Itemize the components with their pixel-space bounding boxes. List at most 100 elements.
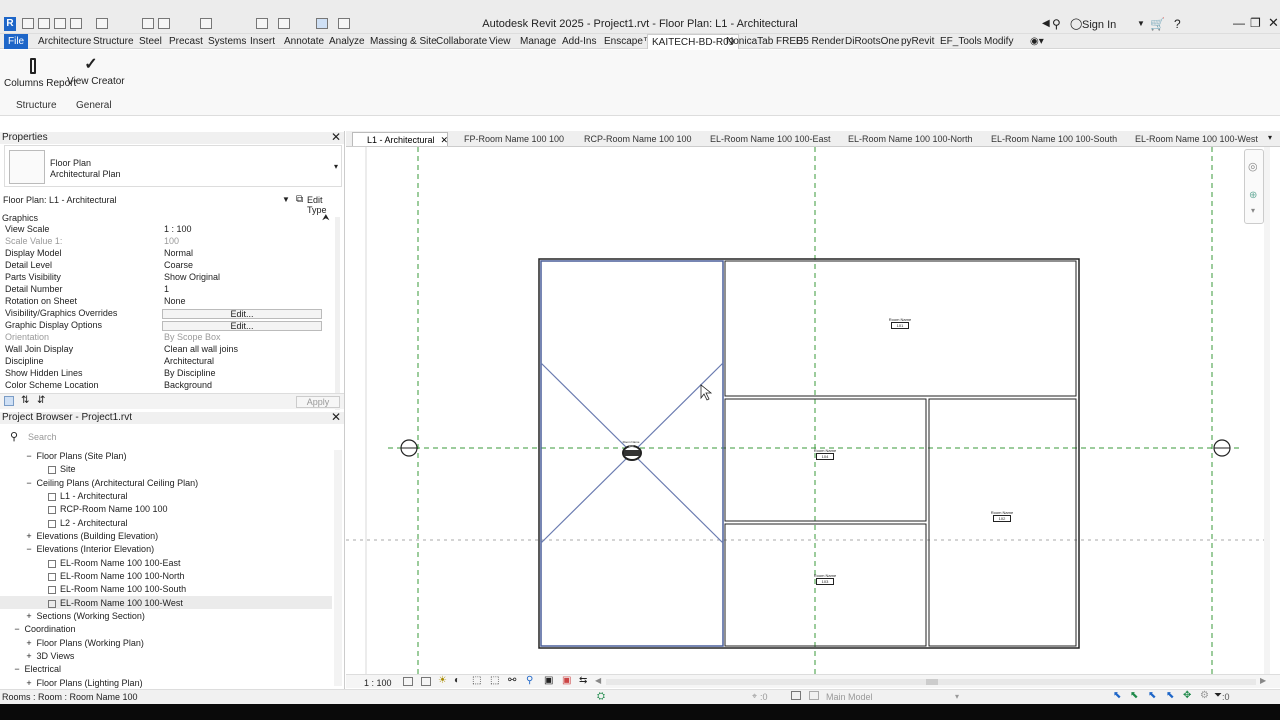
tab-el-east[interactable]: EL-Room Name 100 100-East — [696, 132, 831, 146]
close-icon[interactable]: ✕ — [441, 135, 449, 145]
user-icon[interactable]: ◯ — [1070, 17, 1082, 30]
tab-steel[interactable]: Steel — [135, 34, 166, 49]
help-icon[interactable]: ? — [1174, 17, 1181, 31]
tab-l1-architectural[interactable]: L1 - Architectural ✕ — [352, 132, 448, 146]
binoculars-icon[interactable]: ⚲ — [1052, 17, 1061, 31]
tab-el-north[interactable]: EL-Room Name 100 100-North — [834, 132, 973, 146]
steering-wheel-icon[interactable]: ◎ — [1248, 160, 1258, 173]
tree-node-working-plan[interactable]: + Floor Plans (Working Plan) — [24, 638, 144, 648]
chevron-down-icon[interactable]: ▼ — [282, 195, 290, 204]
drawing-area[interactable]: Room Name 101 Room Name 104 Room Name 102 R… — [346, 147, 1270, 674]
select-underlay-icon[interactable]: ⬉ — [1130, 690, 1138, 701]
tab-architecture[interactable]: Architecture — [34, 34, 95, 49]
tree-view-l2[interactable]: L2 - Architectural — [48, 518, 128, 528]
tree-view-el-east[interactable]: EL-Room Name 100 100-East — [48, 558, 181, 568]
design-options-icon[interactable] — [809, 691, 819, 700]
tab-massing-site[interactable]: Massing & Site — [366, 34, 441, 49]
sign-in-link[interactable]: Sign In — [1082, 19, 1116, 31]
tab-file[interactable]: File — [4, 34, 29, 49]
tab-d5-render[interactable]: D5 Render — [792, 34, 848, 49]
temporary-hide-icon[interactable]: ⚯ — [508, 675, 516, 686]
categorize-icon[interactable] — [4, 396, 14, 406]
tab-manage[interactable]: Manage — [516, 34, 560, 49]
vertical-scrollbar[interactable] — [1264, 147, 1270, 674]
shadows-icon[interactable]: ◐ — [454, 675, 460, 686]
search-input[interactable]: Search — [28, 432, 57, 442]
chevron-down-icon[interactable]: ▾ — [334, 162, 338, 171]
sun-path-icon[interactable]: ☀ — [438, 675, 447, 686]
tab-el-south[interactable]: EL-Room Name 100 100-South — [977, 132, 1117, 146]
tab-modify[interactable]: Modify — [980, 34, 1017, 49]
zoom-icon[interactable]: ⊕ — [1249, 190, 1257, 201]
tab-analyze[interactable]: Analyze — [325, 34, 369, 49]
worksets-icon[interactable] — [791, 691, 801, 700]
property-row[interactable]: Show Hidden Lines By Discipline — [2, 367, 327, 379]
show-crop-icon[interactable]: ⬚ — [490, 675, 499, 686]
property-row[interactable]: Rotation on Sheet None — [2, 295, 327, 307]
tree-node-lighting-plan[interactable]: + Floor Plans (Lighting Plan) — [24, 678, 142, 688]
tab-ef-tools[interactable]: EF_Tools — [936, 34, 986, 49]
close-window-icon[interactable]: ✕ — [1268, 15, 1279, 31]
tab-fp-room[interactable]: FP-Room Name 100 100 — [450, 132, 564, 146]
tab-collaborate[interactable]: Collaborate — [432, 34, 491, 49]
tab-view[interactable]: View — [485, 34, 515, 49]
tree-view-el-west[interactable]: EL-Room Name 100 100-West — [48, 598, 183, 608]
tab-systems[interactable]: Systems — [204, 34, 250, 49]
tree-view-site[interactable]: Site — [48, 464, 76, 474]
minimize-icon[interactable]: — — [1233, 16, 1245, 30]
horizontal-scrollbar[interactable] — [606, 679, 1256, 685]
tab-rcp-room[interactable]: RCP-Room Name 100 100 — [570, 132, 692, 146]
chevron-down-icon[interactable]: ▾ — [955, 692, 959, 701]
tree-node-sections[interactable]: + Sections (Working Section) — [24, 611, 145, 621]
property-row[interactable]: Parts Visibility Show Original — [2, 271, 327, 283]
main-model-select[interactable]: Main Model — [826, 692, 873, 702]
filter-icon[interactable]: ⏷ — [1214, 690, 1222, 701]
collapse-icon[interactable]: ⮝ — [322, 212, 330, 223]
columns-report-button[interactable]: Columns Report — [4, 54, 76, 89]
tabs-menu-icon[interactable]: ▾ — [1268, 133, 1272, 142]
view-scale[interactable]: 1 : 100 — [364, 678, 392, 688]
type-selector[interactable]: Floor Plan Architectural Plan ▾ — [4, 145, 342, 187]
vg-overrides-edit-button[interactable]: Edit... — [162, 309, 322, 319]
close-icon[interactable]: ✕ — [331, 131, 341, 143]
tab-insert[interactable]: Insert — [246, 34, 279, 49]
room-tag[interactable]: Room Name 102 — [990, 510, 1014, 522]
cart-icon[interactable]: 🛒 — [1150, 17, 1165, 31]
tab-precast[interactable]: Precast — [165, 34, 207, 49]
tab-structure[interactable]: Structure — [89, 34, 138, 49]
reveal-constraints-icon[interactable]: ⇆ — [579, 675, 587, 686]
browser-scrollbar[interactable] — [334, 450, 342, 686]
room-tag[interactable]: Room Name 100 — [619, 440, 643, 448]
tab-add-ins[interactable]: Add-Ins — [558, 34, 600, 49]
crop-view-icon[interactable]: ⬚ — [472, 675, 481, 686]
graphics-group-header[interactable]: Graphics — [2, 213, 38, 223]
reveal-hidden-icon[interactable]: ⚲ — [526, 675, 533, 686]
tree-node-interior-elevation[interactable]: − Elevations (Interior Elevation) — [24, 544, 154, 554]
instance-filter[interactable]: Floor Plan: L1 - Architectural — [3, 195, 117, 205]
analytical-icon[interactable]: ▣ — [562, 675, 571, 686]
tab-el-west[interactable]: EL-Room Name 100 100-West — [1121, 132, 1258, 146]
drag-elements-icon[interactable]: ✥ — [1183, 690, 1191, 701]
tree-node-3d-views[interactable]: + 3D Views — [24, 651, 74, 661]
scroll-right-icon[interactable]: ▶ — [1260, 676, 1266, 685]
select-by-face-icon[interactable]: ⬉ — [1166, 690, 1174, 701]
tree-view-l1[interactable]: L1 - Architectural — [48, 491, 128, 501]
tree-node-floor-plans-site[interactable]: − Floor Plans (Site Plan) — [24, 451, 126, 461]
chevron-down-icon[interactable]: ▾ — [1251, 206, 1255, 215]
room-tag[interactable]: Room Name 103 — [813, 573, 837, 585]
browser-search[interactable]: ⚲ Search — [6, 430, 338, 444]
property-row[interactable]: Wall Join Display Clean all wall joins — [2, 343, 327, 355]
property-row[interactable]: Detail Number 1 — [2, 283, 327, 295]
property-row[interactable]: Display Model Normal — [2, 247, 327, 259]
tab-annotate[interactable]: Annotate — [280, 34, 328, 49]
sort-ascending-icon[interactable]: ⇅ — [21, 395, 29, 406]
detail-level-icon[interactable] — [403, 677, 413, 686]
status-icon[interactable]: ⛭ — [597, 691, 605, 702]
restore-icon[interactable]: ❐ — [1250, 16, 1261, 30]
tree-node-electrical[interactable]: − Electrical — [12, 664, 61, 674]
tree-view-rcp[interactable]: RCP-Room Name 100 100 — [48, 504, 168, 514]
background-process-icon[interactable]: ⚙ — [1200, 690, 1209, 701]
apply-button[interactable]: Apply — [296, 396, 340, 408]
worksharing-icon[interactable]: ▣ — [544, 675, 553, 686]
tree-view-el-north[interactable]: EL-Room Name 100 100-North — [48, 571, 185, 581]
